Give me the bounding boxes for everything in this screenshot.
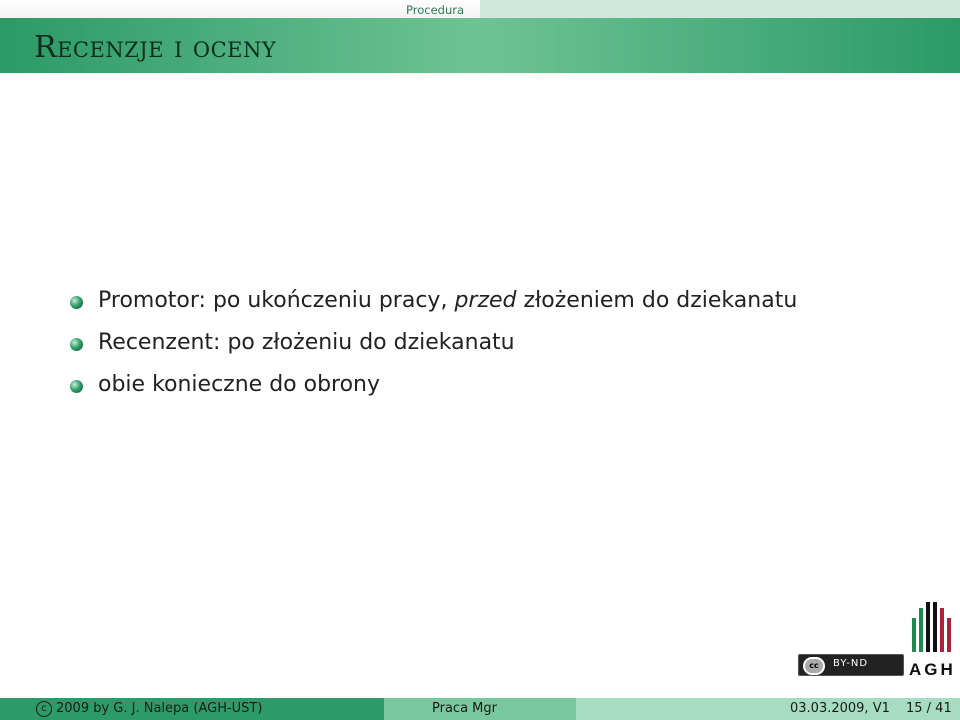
footer-title: Praca Mgr	[432, 701, 497, 716]
bullet-ball-icon	[70, 380, 83, 393]
bullet-ball-icon	[70, 338, 83, 351]
footer-date: 03.03.2009, V1	[790, 701, 890, 716]
bullet-text: Recenzent: po złożeniu do dziekanatu	[98, 330, 515, 355]
creative-commons-license-badge[interactable]: cc BY-ND	[798, 654, 904, 676]
footer-author: 2009 by G. J. Nalepa (AGH-UST)	[56, 701, 263, 716]
bullet-text: obie konieczne do obrony	[98, 372, 381, 397]
slide-title: Recenzje i oceny	[34, 30, 277, 65]
footer-author-panel: c 2009 by G. J. Nalepa (AGH-UST)	[0, 698, 384, 720]
top-navigation-bar: Procedura	[0, 0, 960, 18]
copyright-icon: c	[36, 701, 52, 717]
bullet-ball-icon	[70, 296, 83, 309]
cc-icon: cc	[803, 657, 825, 675]
footer-date-panel	[576, 698, 960, 720]
bullet-text: Promotor: po ukończeniu pracy, przed zło…	[98, 288, 798, 313]
page-number: 15 / 41	[906, 701, 952, 716]
license-terms: BY-ND	[833, 658, 869, 669]
agh-logo-text: AGH	[909, 660, 956, 679]
slide-footer: c 2009 by G. J. Nalepa (AGH-UST) Praca M…	[0, 698, 960, 720]
nav-item-procedura[interactable]: Procedura	[406, 3, 464, 17]
emphasized-word: przed	[454, 288, 517, 313]
